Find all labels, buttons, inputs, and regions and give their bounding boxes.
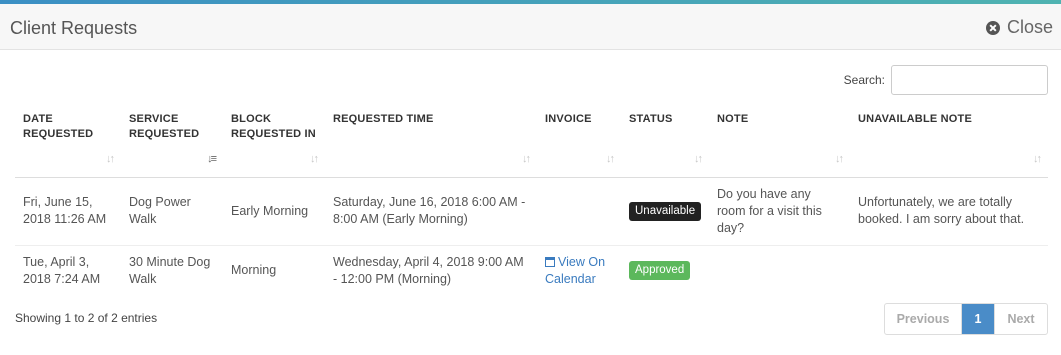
cell-status: Unavailable (621, 177, 709, 246)
modal-header: Client Requests Close (0, 4, 1061, 50)
cell-requested-time: Saturday, June 16, 2018 6:00 AM - 8:00 A… (325, 177, 537, 246)
close-label[interactable]: Close (1007, 17, 1053, 38)
cell-service-requested: 30 Minute Dog Walk (129, 254, 211, 286)
column-header-status[interactable]: STATUS ↓↑ (621, 108, 709, 178)
table-row[interactable]: Tue, April 3, 2018 7:24 AM 30 Minute Dog… (15, 245, 1048, 296)
modal-title: Client Requests (10, 18, 138, 38)
table-row[interactable]: Fri, June 15, 2018 11:26 AM Dog Power Wa… (15, 177, 1048, 246)
column-header-invoice[interactable]: INVOICE ↓↑ (537, 108, 621, 178)
table-header-row: DATE REQUESTED ↓↑ SERVICE REQUESTED ↓≡ B… (15, 108, 1048, 178)
column-header-label: DATE REQUESTED (23, 113, 94, 140)
page-1-button[interactable]: 1 (962, 304, 994, 334)
column-header-service-requested[interactable]: SERVICE REQUESTED ↓≡ (121, 108, 223, 178)
cell-note: Do you have any room for a visit this da… (709, 177, 850, 246)
column-header-label: REQUESTED TIME (333, 113, 434, 125)
sort-icon[interactable]: ↓↑ (606, 152, 615, 167)
column-header-block-requested-in[interactable]: BLOCK REQUESTED IN ↓↑ (223, 108, 325, 178)
search-input[interactable] (891, 65, 1048, 95)
previous-page-button[interactable]: Previous (885, 304, 962, 334)
search-area: Search: (844, 65, 1048, 95)
sort-icon[interactable]: ↓↑ (694, 152, 703, 167)
column-header-label: BLOCK REQUESTED IN (231, 113, 316, 140)
cell-block-requested-in: Morning (231, 263, 277, 277)
table-info: Showing 1 to 2 of 2 entries (15, 311, 158, 325)
cell-block-requested-in: Early Morning (223, 177, 325, 246)
sort-descending-icon[interactable]: ↓≡ (207, 152, 217, 167)
column-header-label: INVOICE (545, 113, 592, 125)
cell-unavailable-note: Unfortunately, we are totally booked. I … (850, 177, 1048, 246)
pagination: Previous 1 Next (884, 303, 1048, 335)
sort-icon[interactable]: ↓↑ (310, 152, 319, 167)
sort-icon[interactable]: ↓↑ (106, 152, 115, 167)
calendar-icon[interactable] (545, 256, 555, 267)
cell-status: Approved (621, 245, 709, 296)
search-label: Search: (843, 73, 885, 87)
sort-icon[interactable]: ↓↑ (835, 152, 844, 167)
status-badge: Approved (629, 261, 691, 280)
sort-icon[interactable]: ↓↑ (1033, 152, 1042, 167)
column-header-label: NOTE (717, 113, 749, 125)
cell-date-requested: Fri, June 15, 2018 11:26 AM (15, 177, 121, 246)
cell-note (709, 245, 850, 296)
cell-invoice: View On Calendar (537, 245, 621, 296)
column-header-label: STATUS (629, 113, 673, 125)
close-circle-icon[interactable] (985, 20, 1000, 35)
column-header-label: UNAVAILABLE NOTE (858, 113, 973, 125)
column-header-unavailable-note[interactable]: UNAVAILABLE NOTE ↓↑ (850, 108, 1048, 178)
column-header-label: SERVICE REQUESTED (129, 113, 200, 140)
view-on-calendar-link[interactable]: View On Calendar (545, 255, 605, 286)
cell-requested-time: Wednesday, April 4, 2018 9:00 AM - 12:00… (333, 254, 524, 286)
column-header-date-requested[interactable]: DATE REQUESTED ↓↑ (15, 108, 121, 178)
column-header-requested-time[interactable]: REQUESTED TIME ↓↑ (325, 108, 537, 178)
next-page-button[interactable]: Next (994, 304, 1047, 334)
cell-service-requested: Dog Power Walk (121, 177, 223, 246)
client-requests-table: DATE REQUESTED ↓↑ SERVICE REQUESTED ↓≡ B… (15, 108, 1048, 296)
cell-invoice (537, 177, 621, 246)
cell-date-requested: Tue, April 3, 2018 7:24 AM (23, 254, 101, 286)
status-badge: Unavailable (629, 201, 702, 221)
sort-icon[interactable]: ↓↑ (522, 152, 531, 167)
column-header-note[interactable]: NOTE ↓↑ (709, 108, 850, 178)
close-button[interactable]: Close (985, 17, 1053, 38)
cell-unavailable-note (850, 245, 1048, 296)
